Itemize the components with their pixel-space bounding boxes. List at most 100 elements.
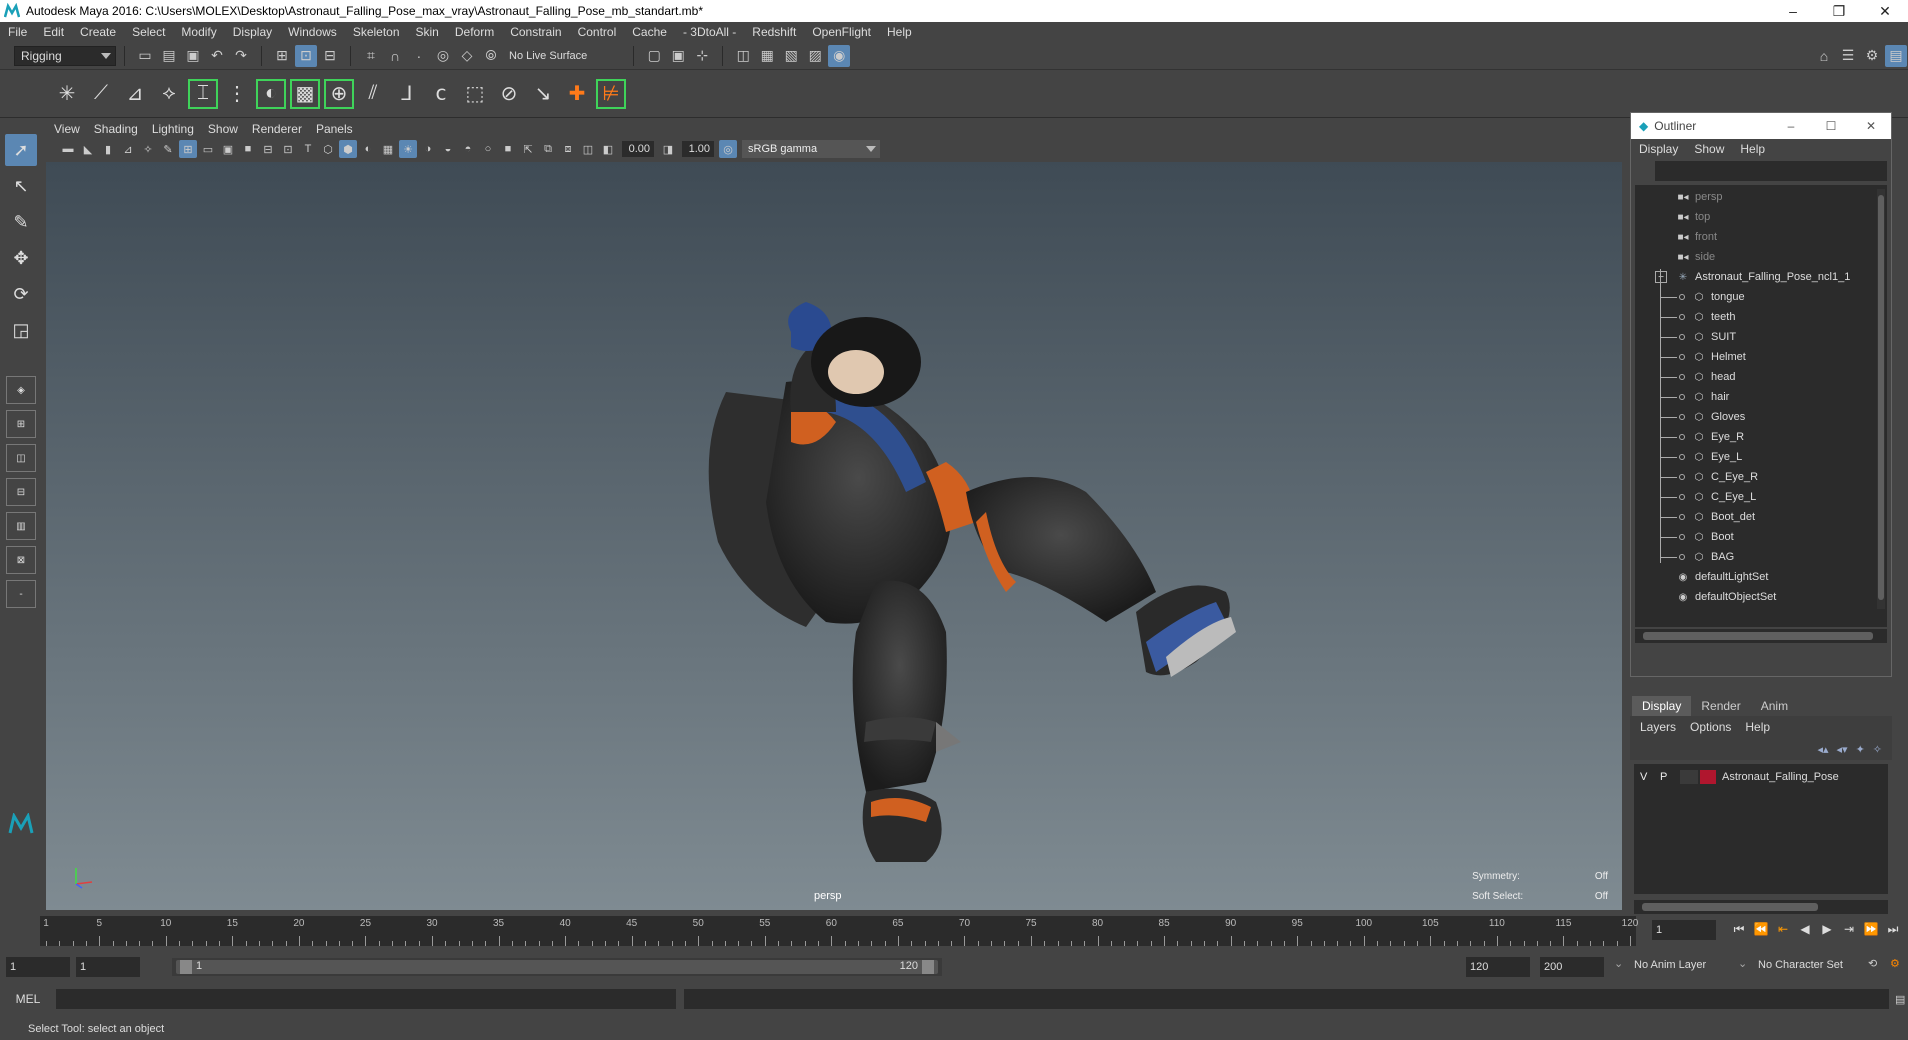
tool-settings-icon[interactable]: ⚙ xyxy=(1861,45,1883,67)
layer-menu-layers[interactable]: Layers xyxy=(1640,720,1676,734)
auto-key-icon[interactable]: ⟲ xyxy=(1868,957,1877,970)
panel-menu-show[interactable]: Show xyxy=(208,122,238,136)
render-frame-icon[interactable]: ▦ xyxy=(756,45,778,67)
output-ops-icon[interactable]: ▣ xyxy=(667,45,689,67)
menu-help[interactable]: Help xyxy=(887,25,912,39)
restore-button[interactable]: ❐ xyxy=(1816,3,1862,20)
layer-menu-options[interactable]: Options xyxy=(1690,720,1731,734)
lasso-tool-icon[interactable]: ↖ xyxy=(5,170,37,202)
range-end-handle[interactable] xyxy=(922,960,934,974)
preferences-icon[interactable]: ⚙ xyxy=(1890,957,1900,970)
outliner-search-input[interactable] xyxy=(1655,161,1887,181)
layer-playback-toggle[interactable]: P xyxy=(1660,771,1680,783)
outliner-menu-display[interactable]: Display xyxy=(1639,142,1678,156)
panel-menu-lighting[interactable]: Lighting xyxy=(152,122,194,136)
paint-weights-icon[interactable]: ⅽ xyxy=(426,79,456,109)
gamma-toggle-icon[interactable]: ◨ xyxy=(659,140,677,158)
two-d-pan-icon[interactable]: ✧ xyxy=(139,140,157,158)
construction-history-icon[interactable]: ⊹ xyxy=(691,45,713,67)
current-frame-field[interactable]: 1 xyxy=(1652,920,1716,940)
safe-action-icon[interactable]: ⊡ xyxy=(279,140,297,158)
play-forward-icon[interactable]: ▶ xyxy=(1816,922,1838,937)
animation-end-field[interactable]: 200 xyxy=(1540,957,1604,977)
grid-icon[interactable]: ⊞ xyxy=(179,140,197,158)
tree-item-top[interactable]: ■◂ top xyxy=(1635,207,1887,227)
aim-constraint-icon[interactable]: ⊘ xyxy=(494,79,524,109)
tab-anim[interactable]: Anim xyxy=(1751,696,1798,716)
close-button[interactable]: ✕ xyxy=(1862,3,1908,20)
render-view-icon[interactable]: ◫ xyxy=(732,45,754,67)
motion-blur-icon[interactable]: ◓ xyxy=(459,140,477,158)
menu-select[interactable]: Select xyxy=(132,25,165,39)
layer-menu-help[interactable]: Help xyxy=(1745,720,1770,734)
side-by-side-layout-icon[interactable]: ◫ xyxy=(6,444,36,472)
layer-horizontal-scrollbar[interactable] xyxy=(1634,900,1888,914)
tree-item-hair[interactable]: ⬡ hair xyxy=(1635,387,1887,407)
viewport-canvas[interactable]: Symmetry: Off Soft Select: Off persp xyxy=(46,162,1622,910)
lattice-icon[interactable]: ◐ xyxy=(256,78,286,109)
snap-view-icon[interactable]: ◎ xyxy=(432,45,454,67)
playback-start-field[interactable]: 1 xyxy=(76,957,140,977)
xray-active-icon[interactable]: ◫ xyxy=(579,140,597,158)
insert-joint-icon[interactable]: ⟋ xyxy=(86,79,116,109)
scale-tool-icon[interactable]: ◲ xyxy=(5,314,37,346)
smooth-shade-icon[interactable]: ⬢ xyxy=(339,140,357,158)
xray-icon[interactable]: ⧉ xyxy=(539,140,557,158)
select-tool-icon[interactable]: ➚ xyxy=(5,134,37,166)
select-component-icon[interactable]: ⊟ xyxy=(319,45,341,67)
ik-spline-icon[interactable]: ⟡ xyxy=(154,79,184,109)
chevron-down-icon[interactable]: ⌄ xyxy=(1738,957,1747,970)
tree-item-boot[interactable]: ⬡ Boot xyxy=(1635,527,1887,547)
menu-create[interactable]: Create xyxy=(80,25,116,39)
layer-row[interactable]: V P Astronaut_Falling_Pose xyxy=(1634,768,1888,786)
redo-icon[interactable]: ↷ xyxy=(230,45,252,67)
exposure-toggle-icon[interactable]: ◧ xyxy=(599,140,617,158)
camera-attributes-icon[interactable]: ◣ xyxy=(79,140,97,158)
snap-grid-icon[interactable]: ⌗ xyxy=(360,45,382,67)
smooth-bind-icon[interactable]: ⫽ xyxy=(358,79,388,109)
locator-icon[interactable]: ⌶ xyxy=(188,78,218,109)
safe-title-icon[interactable]: T xyxy=(299,140,317,158)
play-backward-icon[interactable]: ◀ xyxy=(1794,922,1816,937)
tree-item-teeth[interactable]: ⬡ teeth xyxy=(1635,307,1887,327)
wireframe-icon[interactable]: ⬡ xyxy=(319,140,337,158)
outliner-horizontal-scrollbar[interactable] xyxy=(1635,629,1887,643)
grease-pencil-icon[interactable]: ✎ xyxy=(159,140,177,158)
shadows-icon[interactable]: ◑ xyxy=(419,140,437,158)
wireframe-on-shaded-icon[interactable]: ◐ xyxy=(359,140,377,158)
point-constraint-icon[interactable]: ✚ xyxy=(562,79,592,109)
snap-point-icon[interactable]: ∙ xyxy=(408,45,430,67)
menu-constrain[interactable]: Constrain xyxy=(510,25,561,39)
move-layer-down-icon[interactable]: ◂▾ xyxy=(1837,743,1848,756)
rigid-bind-icon[interactable]: ⅃ xyxy=(392,79,422,109)
outliner-vertical-scrollbar[interactable] xyxy=(1877,189,1885,609)
outliner-menu-show[interactable]: Show xyxy=(1694,142,1724,156)
tree-item-tongue[interactable]: ⬡ tongue xyxy=(1635,287,1887,307)
character-set-dropdown[interactable]: No Character Set xyxy=(1758,959,1868,971)
go-to-start-icon[interactable]: ⏮ xyxy=(1728,922,1750,937)
ambient-occlusion-icon[interactable]: ◒ xyxy=(439,140,457,158)
multisample-icon[interactable]: ○ xyxy=(479,140,497,158)
persp-outliner-layout-icon[interactable]: ▥ xyxy=(6,512,36,540)
persp-graph-layout-icon[interactable]: ⊟ xyxy=(6,478,36,506)
panel-menu-view[interactable]: View xyxy=(54,122,80,136)
four-view-layout-icon[interactable]: ⊞ xyxy=(6,410,36,438)
panel-menu-renderer[interactable]: Renderer xyxy=(252,122,302,136)
render-settings-icon[interactable]: ▨ xyxy=(804,45,826,67)
playback-end-field[interactable]: 120 xyxy=(1466,957,1530,977)
anim-layer-dropdown[interactable]: No Anim Layer xyxy=(1634,959,1734,971)
animation-start-field[interactable]: 1 xyxy=(6,957,70,977)
menu-windows[interactable]: Windows xyxy=(288,25,337,39)
range-start-handle[interactable] xyxy=(180,960,192,974)
wrap-icon[interactable]: ▩ xyxy=(290,78,320,109)
snap-surface-icon[interactable]: ◇ xyxy=(456,45,478,67)
exposure-field[interactable]: 0.00 xyxy=(622,141,654,157)
step-back-key-icon[interactable]: ⏪ xyxy=(1750,922,1772,937)
menuset-dropdown[interactable]: Rigging xyxy=(14,45,116,66)
move-tool-icon[interactable]: ✥ xyxy=(5,242,37,274)
outliner-menu-help[interactable]: Help xyxy=(1740,142,1765,156)
film-gate-icon[interactable]: ▭ xyxy=(199,140,217,158)
tree-item-c-eye-l[interactable]: ⬡ C_Eye_L xyxy=(1635,487,1887,507)
textured-icon[interactable]: ▦ xyxy=(379,140,397,158)
menu-control[interactable]: Control xyxy=(578,25,617,39)
